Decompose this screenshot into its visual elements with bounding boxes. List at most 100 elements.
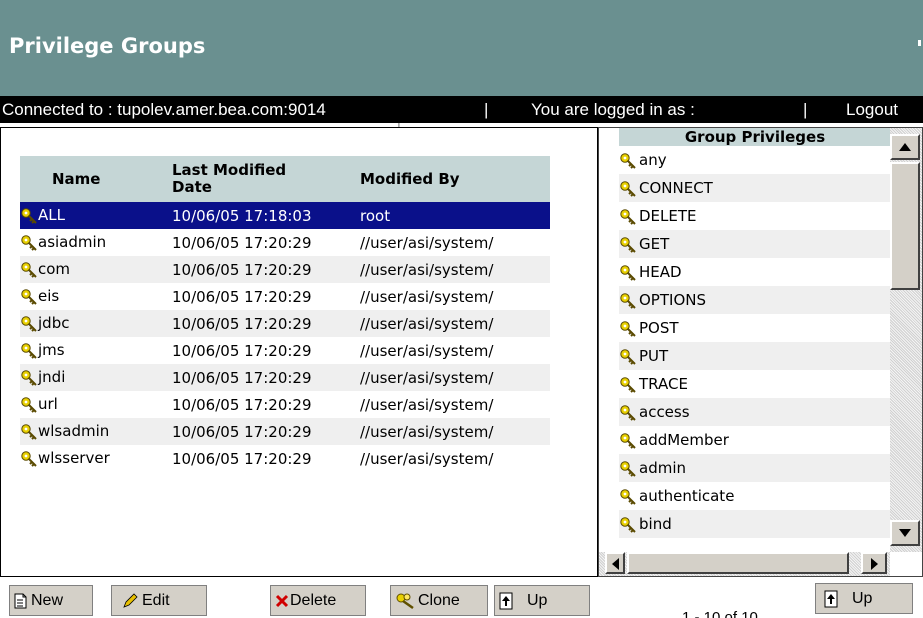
scroll-up-button[interactable] [890, 134, 920, 160]
logout-link[interactable]: Logout [846, 96, 898, 123]
key-icon [21, 343, 37, 359]
privilege-label: bind [639, 515, 672, 533]
x-icon [275, 594, 289, 607]
arrow-down-icon [899, 529, 911, 537]
group-name: wlsserver [38, 449, 110, 468]
list-item[interactable]: OPTIONS [619, 286, 891, 314]
key-icon [620, 348, 636, 365]
group-name-cell[interactable]: jndi [20, 364, 172, 391]
privilege-label: admin [639, 459, 686, 477]
up-arrow-icon [824, 590, 838, 608]
table-row[interactable]: jdbc 10/06/05 17:20:29//user/asi/system/ [20, 310, 550, 337]
up-button-right[interactable]: Up [815, 583, 913, 614]
key-icon [620, 292, 636, 309]
list-item[interactable]: access [619, 398, 891, 426]
up-button-label: Up [527, 592, 548, 609]
list-item[interactable]: TRACE [619, 370, 891, 398]
group-name-cell[interactable]: ALL [20, 202, 172, 229]
list-item[interactable]: HEAD [619, 258, 891, 286]
list-item[interactable]: any [619, 146, 891, 174]
key-icon [620, 236, 636, 253]
table-row[interactable]: jms 10/06/05 17:20:29 //user/asi/system/ [20, 337, 550, 364]
table-row[interactable]: wlsserver 10/06/05 17:20:29 //user/asi/sys… [20, 445, 550, 472]
table-row[interactable]: jndi 10/06/05 17:20:29//user/asi/system/ [20, 364, 550, 391]
group-name: eis [38, 287, 60, 306]
modified-by-cell: //user/asi/system/ [360, 418, 550, 445]
modified-by-cell: root [360, 202, 550, 229]
list-item[interactable]: PUT [619, 342, 891, 370]
scroll-down-button[interactable] [890, 520, 920, 546]
table-row[interactable]: com 10/06/05 17:20:29//user/asi/system/ [20, 256, 550, 283]
scroll-left-button[interactable] [605, 552, 625, 574]
group-name-cell[interactable]: jms [20, 337, 172, 364]
delete-button[interactable]: Delete [270, 585, 366, 616]
new-button[interactable]: New [9, 585, 93, 616]
column-header-modified-by[interactable]: Modified By [360, 156, 550, 202]
privilege-label: OPTIONS [639, 291, 706, 309]
scroll-thumb[interactable] [890, 162, 920, 290]
status-bar: Connected to : tupolev.amer.bea.com:9014… [0, 96, 923, 123]
table-row[interactable]: ALL 10/06/05 17:18:03 root [20, 202, 550, 229]
column-header-last-modified[interactable]: Last Modified Date [172, 156, 360, 202]
page-title: Privilege Groups [9, 34, 206, 58]
group-name-cell[interactable]: asiadmin [20, 229, 172, 256]
table-header-row: Name Last Modified Date Modified By [20, 156, 550, 202]
connected-to-text: Connected to : tupolev.amer.bea.com:9014 [2, 100, 326, 119]
title-bar: Privilege Groups [0, 0, 923, 96]
group-name-cell[interactable]: wlsadmin [20, 418, 172, 445]
key-icon [620, 376, 636, 393]
privilege-label: PUT [639, 347, 669, 365]
table-row[interactable]: wlsadmin 10/06/05 17:20:29//user/asi/syst… [20, 418, 550, 445]
privilege-label: DELETE [639, 207, 697, 225]
privilege-label: addMember [639, 431, 729, 449]
page-count-text: 1 - 10 of 10 [682, 609, 758, 618]
bottom-toolbar: New Edit Delete Clone Up 1 - 10 of 10 Up [0, 577, 923, 618]
up-arrow-icon [499, 592, 513, 610]
table-row[interactable]: url 10/06/05 17:20:29 //user/asi/system/ [20, 391, 550, 418]
edit-button[interactable]: Edit [111, 585, 207, 616]
scroll-right-button[interactable] [861, 552, 887, 574]
group-name: wlsadmin [38, 422, 110, 441]
list-item[interactable]: bind [619, 510, 891, 538]
key-icon [21, 262, 37, 278]
privilege-label: CONNECT [639, 179, 713, 197]
new-button-label: New [31, 592, 64, 609]
key-icon [21, 397, 37, 413]
last-modified-cell: 10/06/05 17:20:29 [172, 364, 360, 391]
vertical-scrollbar[interactable] [890, 128, 922, 552]
modified-by-cell: //user/asi/system/ [360, 233, 494, 252]
last-modified-cell: 10/06/05 17:20:29 [172, 449, 312, 468]
privilege-label: access [639, 403, 690, 421]
clone-button[interactable]: Clone [390, 585, 488, 616]
list-item[interactable]: GET [619, 230, 891, 258]
list-item[interactable]: POST [619, 314, 891, 342]
list-item[interactable]: admin [619, 454, 891, 482]
modified-by-cell: //user/asi/system/ [360, 364, 550, 391]
table-row[interactable]: asiadmin 10/06/05 17:20:29 //user/asi/syst… [20, 229, 550, 256]
list-item[interactable]: addMember [619, 426, 891, 454]
key-icon [620, 320, 636, 337]
list-item[interactable]: DELETE [619, 202, 891, 230]
column-header-label: Last Modified Date [172, 161, 287, 196]
key-icon [620, 152, 636, 169]
group-name-cell[interactable]: url [20, 391, 172, 418]
table-row[interactable]: eis 10/06/05 17:20:29 //user/asi/system/ [20, 283, 550, 310]
key-icon [620, 180, 636, 197]
key-icon [620, 488, 636, 505]
list-item[interactable]: CONNECT [619, 174, 891, 202]
last-modified-cell: 10/06/05 17:20:29 [172, 310, 360, 337]
horizontal-scrollbar[interactable] [599, 552, 890, 576]
logged-in-text: You are logged in as : [531, 100, 695, 119]
column-header-name[interactable]: Name [20, 156, 172, 202]
group-name-cell[interactable]: wlsserver [20, 445, 172, 472]
list-item[interactable]: authenticate [619, 482, 891, 510]
group-name-cell[interactable]: jdbc [20, 310, 172, 337]
up-button[interactable]: Up [494, 585, 590, 616]
status-separator: | [803, 100, 808, 119]
new-document-icon [14, 593, 27, 609]
group-name-cell[interactable]: com [20, 256, 172, 283]
group-name-cell[interactable]: eis [20, 283, 172, 310]
last-modified-cell: 10/06/05 17:20:29 [172, 418, 360, 445]
horizontal-scroll-thumb[interactable] [627, 552, 849, 574]
arrow-right-icon [870, 558, 878, 570]
